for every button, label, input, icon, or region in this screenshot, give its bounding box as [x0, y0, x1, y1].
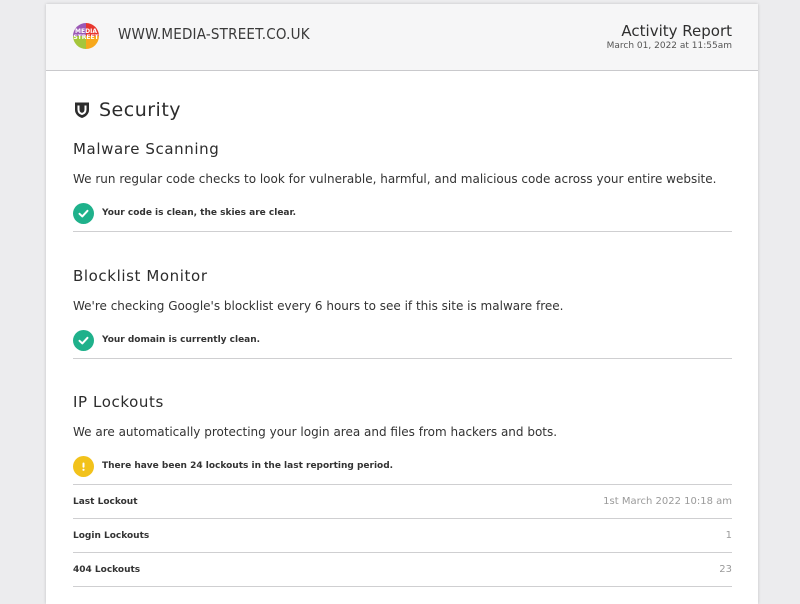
- lockouts-status: There have been 24 lockouts in the last …: [73, 448, 732, 485]
- site-name: WWW.MEDIA-STREET.CO.UK: [118, 25, 310, 43]
- lockouts-description: We are automatically protecting your log…: [73, 425, 558, 439]
- section-heading: Security: [73, 98, 732, 122]
- report-date: March 01, 2022 at 11:55am: [606, 41, 732, 51]
- row-value: 23: [719, 564, 732, 575]
- site-logo: MEDIA STREET: [73, 23, 99, 49]
- shield-icon: [75, 102, 89, 118]
- blocklist-title: Blocklist Monitor: [73, 267, 208, 285]
- row-value: 1: [725, 530, 732, 541]
- malware-description: We run regular code checks to look for v…: [73, 172, 717, 186]
- blocklist-monitor-block: Blocklist Monitor We're checking Google'…: [73, 267, 732, 359]
- malware-status: Your code is clean, the skies are clear.: [73, 195, 732, 232]
- report-header: MEDIA STREET WWW.MEDIA-STREET.CO.UK Acti…: [46, 4, 758, 71]
- malware-title: Malware Scanning: [73, 140, 220, 158]
- table-row: 404 Lockouts 23: [73, 553, 732, 587]
- malware-status-text: Your code is clean, the skies are clear.: [102, 208, 297, 218]
- blocklist-status: Your domain is currently clean.: [73, 322, 732, 359]
- lockouts-status-text: There have been 24 lockouts in the last …: [102, 461, 394, 471]
- lockouts-title: IP Lockouts: [73, 393, 164, 411]
- ip-lockouts-block: IP Lockouts We are automatically protect…: [73, 393, 732, 587]
- row-label: Last Lockout: [73, 496, 138, 507]
- table-row: Login Lockouts 1: [73, 519, 732, 553]
- check-icon: [73, 202, 94, 224]
- logo-text: MEDIA STREET: [73, 28, 99, 41]
- row-value: 1st March 2022 10:18 am: [603, 496, 732, 507]
- report-title: Activity Report: [621, 22, 732, 40]
- check-icon: [73, 329, 94, 351]
- report-page: MEDIA STREET WWW.MEDIA-STREET.CO.UK Acti…: [46, 4, 758, 604]
- row-label: 404 Lockouts: [73, 564, 141, 575]
- warning-icon: [73, 455, 94, 477]
- section-title: Security: [99, 99, 182, 121]
- table-row: Last Lockout 1st March 2022 10:18 am: [73, 485, 732, 519]
- malware-scanning-block: Malware Scanning We run regular code che…: [73, 140, 732, 232]
- report-content: Security Malware Scanning We run regular…: [46, 98, 758, 587]
- blocklist-description: We're checking Google's blocklist every …: [73, 299, 564, 313]
- row-label: Login Lockouts: [73, 530, 150, 541]
- blocklist-status-text: Your domain is currently clean.: [102, 335, 261, 345]
